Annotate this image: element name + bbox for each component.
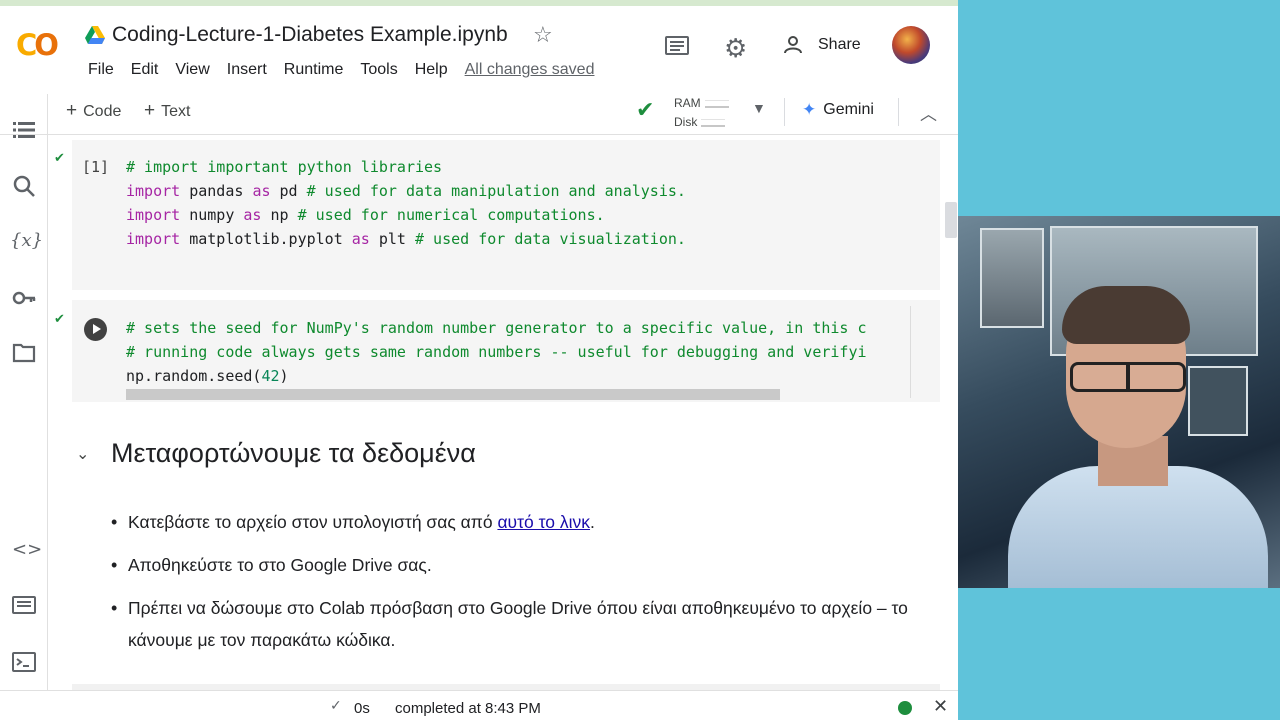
list-item: Κατεβάστε το αρχείο στον υπολογιστή σας … (111, 506, 941, 538)
runtime-status-dot (898, 701, 912, 715)
close-icon[interactable]: ✕ (933, 696, 948, 717)
resource-monitor[interactable]: RAM Disk (674, 94, 729, 132)
code-editor[interactable]: # import important python libraries impo… (126, 155, 686, 251)
menu-edit[interactable]: Edit (125, 59, 166, 81)
search-icon[interactable] (12, 174, 36, 198)
cell-editor-edge (910, 306, 911, 398)
run-cell-button[interactable] (84, 318, 107, 341)
notebook-title[interactable]: Coding-Lecture-1-Diabetes Example.ipynb (112, 23, 508, 47)
ram-usage-bar (704, 99, 729, 108)
cell-executed-check-icon: ✔ (54, 151, 65, 166)
terminal-icon[interactable] (12, 650, 36, 674)
secrets-key-icon[interactable] (12, 286, 36, 310)
list-item: Πρέπει να δώσουμε στο Colab πρόσβαση στο… (111, 592, 941, 656)
toolbar-divider (898, 98, 899, 126)
share-label: Share (818, 36, 861, 53)
save-status-link[interactable]: All changes saved (459, 59, 602, 81)
plus-icon: + (66, 100, 78, 121)
star-icon[interactable]: ☆ (533, 23, 553, 48)
disk-usage-bar (701, 118, 726, 127)
status-bar: ✓ 0s completed at 8:43 PM ✕ (0, 690, 958, 720)
gemini-button[interactable]: ✦ Gemini (802, 100, 874, 120)
toolbar-divider (784, 98, 785, 126)
ram-label: RAM (674, 96, 701, 110)
execution-duration: 0s (354, 700, 370, 717)
files-folder-icon[interactable] (12, 341, 36, 365)
share-button[interactable]: Share (784, 36, 861, 54)
list-item: Αποθηκεύστε το στο Google Drive σας. (111, 549, 941, 581)
add-person-icon (784, 36, 802, 54)
section-heading: Μεταφορτώνουμε τα δεδομένα (111, 438, 476, 468)
menu-insert[interactable]: Insert (221, 59, 274, 81)
add-code-button[interactable]: + Code (66, 100, 121, 122)
cell-executed-check-icon: ✔ (54, 312, 65, 327)
header-divider (0, 134, 958, 135)
plus-icon: + (144, 100, 156, 121)
disk-label: Disk (674, 115, 698, 129)
connected-check-icon: ✔ (636, 98, 655, 123)
code-editor[interactable]: # sets the seed for NumPy's random numbe… (126, 316, 932, 388)
markdown-list: Κατεβάστε το αρχείο στον υπολογιστή σας … (111, 506, 941, 667)
variables-icon[interactable]: {x} (10, 229, 43, 253)
menu-runtime[interactable]: Runtime (278, 59, 351, 81)
left-sidebar: {x} <> (0, 94, 48, 694)
presenter-video (958, 216, 1280, 588)
settings-gear-icon[interactable]: ⚙ (724, 34, 747, 64)
comments-icon[interactable] (664, 35, 690, 59)
colab-logo[interactable]: CO (16, 28, 66, 62)
menu-help[interactable]: Help (409, 59, 455, 81)
notebook-toolbar: + Code + Text ✔ RAM Disk ▼ ✦ Gemini ︿ (48, 90, 958, 134)
table-of-contents-icon[interactable] (12, 118, 36, 142)
cell-horizontal-scrollbar[interactable] (126, 389, 780, 400)
menu-bar: File Edit View Insert Runtime Tools Help… (82, 59, 605, 81)
completion-status[interactable]: completed at 8:43 PM (395, 700, 541, 717)
section-collapse-chevron-icon[interactable]: ⌄ (76, 444, 89, 463)
status-check-icon: ✓ (330, 698, 342, 714)
colab-window: CO Coding-Lecture-1-Diabetes Example.ipy… (0, 6, 958, 720)
code-snippets-icon[interactable]: <> (12, 538, 42, 562)
google-drive-icon[interactable] (85, 26, 105, 44)
runtime-dropdown-icon[interactable]: ▼ (752, 100, 766, 116)
notebook-scrollbar-thumb[interactable] (945, 202, 957, 238)
execution-count: [1] (82, 158, 110, 176)
user-avatar[interactable] (892, 26, 930, 64)
menu-tools[interactable]: Tools (354, 59, 404, 81)
command-palette-icon[interactable] (12, 593, 36, 617)
gemini-sparkle-icon: ✦ (802, 100, 817, 119)
menu-file[interactable]: File (82, 59, 121, 81)
menu-view[interactable]: View (169, 59, 216, 81)
download-link[interactable]: αυτό το λινκ (497, 512, 590, 532)
add-text-button[interactable]: + Text (144, 100, 190, 122)
collapse-header-icon[interactable]: ︿ (920, 100, 937, 125)
